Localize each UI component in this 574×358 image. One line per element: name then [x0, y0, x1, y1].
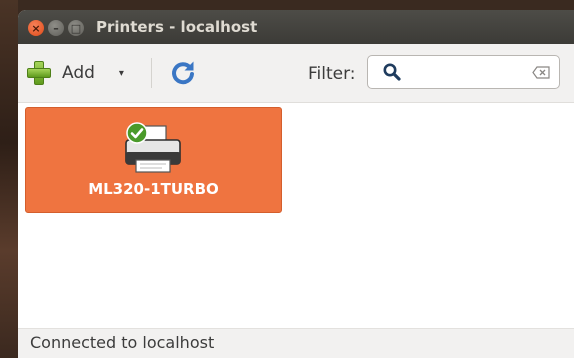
- add-button[interactable]: Add ▾: [26, 58, 124, 88]
- toolbar: Add ▾ Filter:: [18, 44, 574, 103]
- filter-box[interactable]: [367, 55, 560, 89]
- printer-list: ML320-1TURBO: [18, 103, 574, 328]
- maximize-icon: □: [70, 21, 82, 35]
- printers-window: × – □ Printers - localhost Add ▾ Filter:: [18, 10, 574, 358]
- printer-item[interactable]: ML320-1TURBO: [25, 107, 282, 213]
- refresh-button[interactable]: [168, 58, 198, 88]
- refresh-icon: [172, 61, 194, 85]
- maximize-button[interactable]: □: [68, 20, 84, 36]
- printer-name: ML320-1TURBO: [88, 180, 219, 198]
- filter-input[interactable]: [406, 62, 520, 84]
- title-bar[interactable]: × – □ Printers - localhost: [18, 10, 574, 44]
- window-title: Printers - localhost: [96, 18, 258, 36]
- chevron-down-icon[interactable]: ▾: [119, 68, 124, 79]
- toolbar-separator: [151, 58, 152, 88]
- search-icon: [383, 63, 401, 81]
- filter-label: Filter:: [308, 64, 356, 84]
- close-icon: ×: [31, 21, 41, 35]
- default-check-icon: [126, 122, 148, 144]
- plus-icon: [26, 60, 52, 86]
- desktop-background: [0, 0, 18, 358]
- status-bar: Connected to localhost: [18, 328, 574, 358]
- add-button-label: Add: [62, 63, 95, 83]
- clear-icon[interactable]: [532, 66, 550, 79]
- close-button[interactable]: ×: [28, 20, 44, 36]
- minimize-icon: –: [53, 21, 59, 35]
- minimize-button[interactable]: –: [48, 20, 64, 36]
- status-text: Connected to localhost: [30, 333, 215, 352]
